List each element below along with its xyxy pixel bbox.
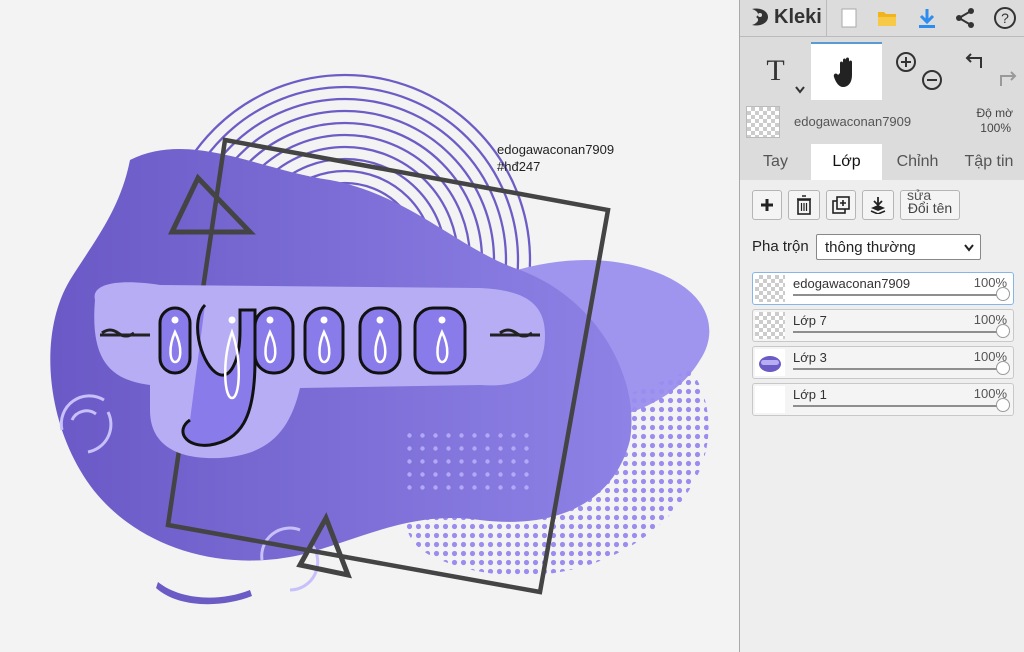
rename-layer-button[interactable]: sửa Đổi tên	[900, 188, 960, 220]
undo-icon[interactable]	[965, 50, 989, 72]
hand-icon	[833, 57, 852, 87]
blob-dot-grid	[405, 430, 535, 490]
bottom-swoosh	[156, 582, 252, 605]
opacity-value: 100%	[980, 121, 1011, 135]
share-icon[interactable]	[950, 3, 980, 33]
duplicate-icon	[832, 196, 850, 214]
chevron-down-icon[interactable]	[795, 86, 805, 94]
layer-name: Lớp 1	[793, 387, 827, 402]
plus-icon	[761, 199, 773, 211]
active-layer-info: edogawaconan7909 Độ mờ 100%	[740, 102, 1024, 142]
layer-thumbnail	[755, 386, 785, 413]
tab-lop[interactable]: Lớp	[811, 144, 882, 180]
zoom-out-icon[interactable]	[920, 68, 944, 92]
tab-tap-tin[interactable]: Tập tin	[953, 144, 1024, 180]
opacity-label: Độ mờ	[976, 106, 1013, 120]
layer-opacity-slider[interactable]	[793, 294, 999, 296]
merge-down-icon	[870, 197, 886, 214]
layer-name: Lớp 3	[793, 350, 827, 365]
tool-row: T	[740, 42, 1024, 100]
history-controls	[953, 42, 1024, 100]
layer-thumbnail	[755, 312, 785, 339]
rename-label: Đổi tên	[907, 200, 953, 216]
canvas-caption-username: edogawaconan7909	[497, 142, 615, 157]
blend-mode-label: Pha trộn	[752, 238, 809, 255]
active-layer-thumbnail	[746, 106, 780, 138]
chevron-down-icon	[964, 244, 974, 252]
trash-icon	[797, 195, 811, 215]
topbar-divider	[826, 0, 827, 36]
duplicate-layer-button[interactable]	[826, 190, 856, 220]
kleki-logo-icon	[752, 8, 768, 26]
layer-name: edogawaconan7909	[793, 276, 911, 291]
blend-mode-value: thông thường	[825, 239, 916, 256]
sidebar: Kleki ? T edogawaconan7909 Độ mờ 100% Ta…	[739, 0, 1024, 652]
tab-chinh[interactable]: Chỉnh	[882, 144, 953, 180]
redo-icon[interactable]	[993, 68, 1017, 90]
tab-tay[interactable]: Tay	[740, 144, 811, 180]
download-icon[interactable]	[912, 3, 942, 33]
layer-thumbnail	[755, 275, 785, 302]
help-icon[interactable]: ?	[990, 3, 1020, 33]
active-layer-name: edogawaconan7909	[794, 114, 912, 129]
zoom-in-icon[interactable]	[894, 50, 918, 74]
drawing-canvas[interactable]: edogawaconan7909 #hđ247	[0, 0, 739, 652]
text-tool-button[interactable]: T	[740, 42, 811, 100]
layer-opacity-slider[interactable]	[793, 405, 999, 407]
new-file-icon[interactable]	[834, 3, 864, 33]
layer-opacity-knob[interactable]	[996, 398, 1010, 412]
add-layer-button[interactable]	[752, 190, 782, 220]
canvas-caption-hashtag: #hđ247	[497, 159, 541, 174]
layer-row-lop-7[interactable]: Lớp 7 100%	[752, 309, 1014, 342]
layer-name: Lớp 7	[793, 313, 827, 328]
kleki-logo[interactable]: Kleki	[748, 2, 822, 32]
top-toolbar: Kleki ?	[740, 0, 1024, 37]
layer-thumbnail	[755, 349, 785, 376]
layer-opacity-knob[interactable]	[996, 324, 1010, 338]
app-name: Kleki	[774, 5, 822, 28]
tab-bar: Tay Lớp Chỉnh Tập tin	[740, 144, 1024, 180]
layer-opacity-slider[interactable]	[793, 331, 999, 333]
layers-panel: sửa Đổi tên Pha trộn thông thường edogaw…	[740, 180, 1024, 652]
svg-text:?: ?	[1001, 10, 1009, 26]
text-tool-glyph: T	[766, 54, 785, 87]
canvas-artwork	[50, 73, 710, 605]
merge-layer-button[interactable]	[862, 190, 894, 220]
hand-tool-button[interactable]	[811, 42, 882, 100]
layer-opacity-slider[interactable]	[793, 368, 999, 370]
layer-opacity-knob[interactable]	[996, 361, 1010, 375]
open-folder-icon[interactable]	[872, 3, 902, 33]
layer-row-lop-1[interactable]: Lớp 1 100%	[752, 383, 1014, 416]
zoom-controls	[882, 42, 953, 100]
delete-layer-button[interactable]	[788, 190, 820, 220]
layer-row-edogawaconan7909[interactable]: edogawaconan7909 100%	[752, 272, 1014, 305]
layer-opacity-knob[interactable]	[996, 287, 1010, 301]
blend-mode-select[interactable]: thông thường	[816, 234, 981, 260]
layer-row-lop-3[interactable]: Lớp 3 100%	[752, 346, 1014, 379]
